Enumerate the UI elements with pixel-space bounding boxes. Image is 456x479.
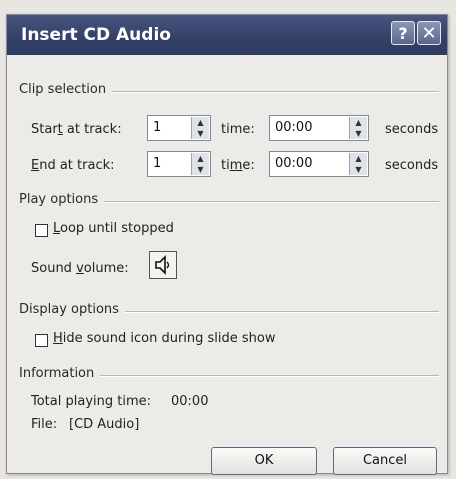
cancel-button[interactable]: Cancel: [333, 447, 437, 475]
spin-up-icon[interactable]: ▲: [192, 153, 209, 164]
spin-down-icon[interactable]: ▼: [192, 128, 209, 139]
start-time-value: 00:00: [275, 120, 313, 135]
total-playing-time-label: Total playing time:: [31, 394, 152, 409]
spin-up-icon[interactable]: ▲: [350, 117, 367, 128]
start-track-spinner[interactable]: 1 ▲ ▼: [147, 115, 211, 141]
start-units-label: seconds: [385, 122, 439, 137]
start-time-label: time:: [221, 122, 255, 137]
end-track-label: End at track:: [31, 158, 115, 173]
ok-button[interactable]: OK: [211, 447, 317, 475]
loop-label[interactable]: Loop until stopped: [53, 221, 174, 236]
total-playing-time-value: 00:00: [171, 394, 209, 409]
end-time-value: 00:00: [275, 156, 313, 171]
end-track-spinner[interactable]: 1 ▲ ▼: [147, 151, 211, 177]
start-track-value: 1: [153, 120, 162, 135]
start-track-label: Start at track:: [31, 122, 122, 137]
clip-selection-heading: Clip selection: [19, 82, 113, 97]
speaker-icon: [155, 255, 170, 275]
end-time-spinner[interactable]: 00:00 ▲ ▼: [269, 151, 369, 177]
hide-icon-label[interactable]: Hide sound icon during slide show: [53, 331, 276, 346]
end-track-value: 1: [153, 156, 162, 171]
spin-down-icon[interactable]: ▼: [350, 164, 367, 175]
close-button[interactable]: ✕: [417, 21, 441, 45]
spin-up-icon[interactable]: ▲: [350, 153, 367, 164]
loop-checkbox[interactable]: [35, 224, 48, 237]
information-heading: Information: [19, 366, 101, 381]
display-options-heading: Display options: [19, 302, 125, 317]
dialog-body: Clip selection Start at track: 1 ▲ ▼ tim…: [7, 55, 447, 475]
sound-volume-label: Sound volume:: [31, 261, 129, 276]
file-label: File:: [31, 417, 58, 432]
dialog-title: Insert CD Audio: [21, 25, 171, 45]
play-options-heading: Play options: [19, 192, 105, 207]
spin-down-icon[interactable]: ▼: [350, 128, 367, 139]
insert-cd-audio-dialog: Insert CD Audio ? ✕ Clip selection Start…: [6, 14, 448, 475]
end-time-label: time:: [221, 158, 255, 173]
spin-down-icon[interactable]: ▼: [192, 164, 209, 175]
file-value: [CD Audio]: [69, 417, 140, 432]
title-bar[interactable]: Insert CD Audio ? ✕: [7, 15, 447, 55]
help-button[interactable]: ?: [391, 21, 415, 45]
sound-volume-button[interactable]: [149, 251, 177, 279]
end-units-label: seconds: [385, 158, 439, 173]
hide-icon-checkbox[interactable]: [35, 334, 48, 347]
start-time-spinner[interactable]: 00:00 ▲ ▼: [269, 115, 369, 141]
spin-up-icon[interactable]: ▲: [192, 117, 209, 128]
